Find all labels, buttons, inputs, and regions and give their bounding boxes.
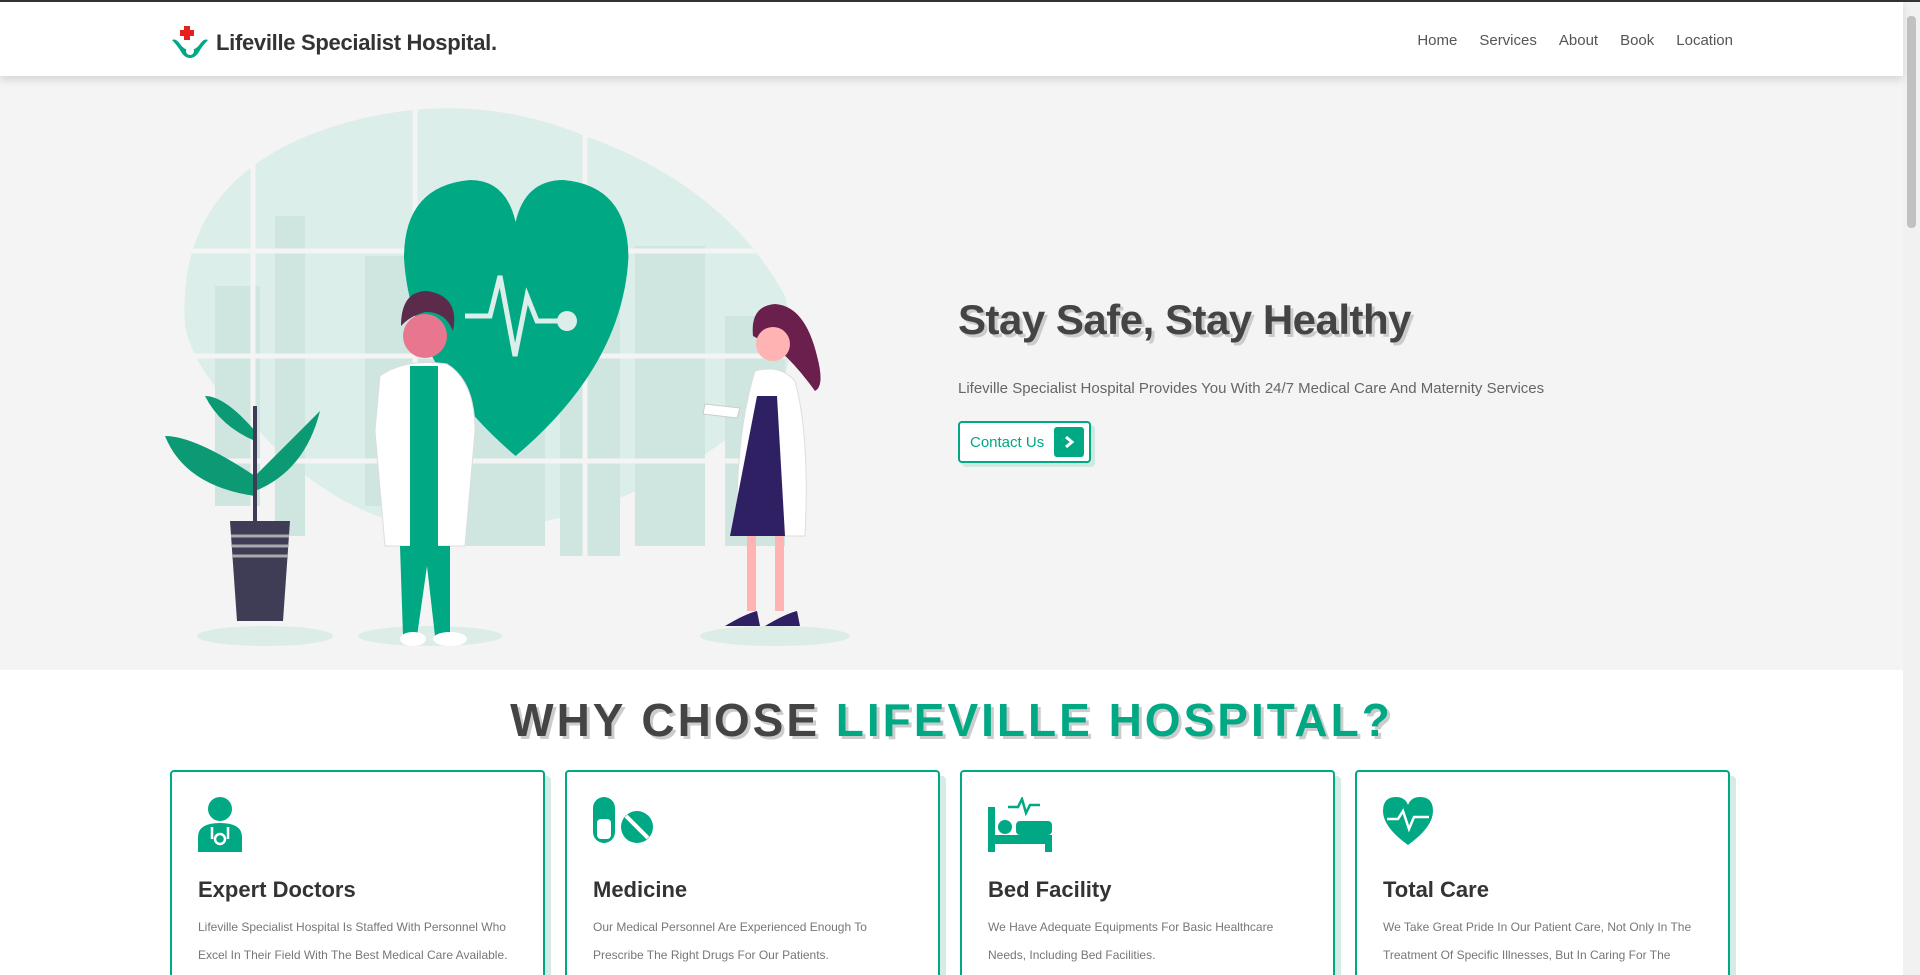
heartbeat-icon: [1383, 797, 1433, 845]
why-title-part2: LIFEVILLE HOSPITAL?: [835, 694, 1393, 746]
nav-services[interactable]: Services: [1479, 32, 1537, 49]
hero-text: Stay Safe, Stay Healthy Lifeville Specia…: [958, 296, 1544, 463]
feature-card-medicine: Medicine Our Medical Personnel Are Exper…: [565, 770, 940, 975]
feature-card-total-care: Total Care We Take Great Pride In Our Pa…: [1355, 770, 1730, 975]
brand-name: Lifeville Specialist Hospital.: [216, 30, 497, 55]
page-scrollbar[interactable]: [1903, 2, 1920, 975]
bed-icon: [988, 795, 1052, 852]
why-title-part1: WHY CHOSE: [510, 694, 821, 746]
card-text: We Have Adequate Equipments For Basic He…: [988, 920, 1274, 962]
card-title: Bed Facility: [988, 877, 1112, 902]
hero-subtitle: Lifeville Specialist Hospital Provides Y…: [958, 380, 1545, 397]
card-text: Our Medical Personnel Are Experienced En…: [593, 920, 867, 962]
card-title: Expert Doctors: [198, 877, 356, 902]
doctors-illustration: [165, 96, 850, 646]
features-cards: Expert Doctors Lifeville Specialist Hosp…: [170, 770, 1730, 975]
card-title: Medicine: [593, 877, 688, 902]
nav-about[interactable]: About: [1559, 32, 1598, 49]
card-title: Total Care: [1383, 877, 1489, 902]
why-section-title: WHY CHOSE LIFEVILLE HOSPITAL?: [0, 693, 1903, 747]
nav-book[interactable]: Book: [1620, 32, 1654, 49]
logo[interactable]: Lifeville Specialist Hospital.: [170, 26, 497, 60]
site-header: Lifeville Specialist Hospital. Home Serv…: [0, 2, 1903, 76]
hospital-logo-icon: [172, 26, 208, 58]
doctor-icon: [198, 797, 242, 852]
contact-us-label: Contact Us: [970, 433, 1045, 451]
chevron-right-icon: [1054, 427, 1085, 457]
feature-card-expert-doctors: Expert Doctors Lifeville Specialist Hosp…: [170, 770, 545, 975]
contact-us-button[interactable]: Contact Us: [958, 421, 1092, 463]
pills-icon: [593, 797, 653, 843]
card-text: We Take Great Pride In Our Patient Care,…: [1383, 920, 1692, 962]
main-nav: Home Services About Book Location: [1417, 32, 1733, 49]
hero-title: Stay Safe, Stay Healthy: [958, 296, 1412, 343]
scrollbar-thumb[interactable]: [1907, 16, 1916, 228]
card-text: Lifeville Specialist Hospital Is Staffed…: [198, 920, 508, 962]
nav-location[interactable]: Location: [1676, 32, 1733, 49]
nav-home[interactable]: Home: [1417, 32, 1457, 49]
hero-section: Stay Safe, Stay Healthy Lifeville Specia…: [0, 76, 1903, 670]
feature-card-bed-facility: Bed Facility We Have Adequate Equipments…: [960, 770, 1335, 975]
